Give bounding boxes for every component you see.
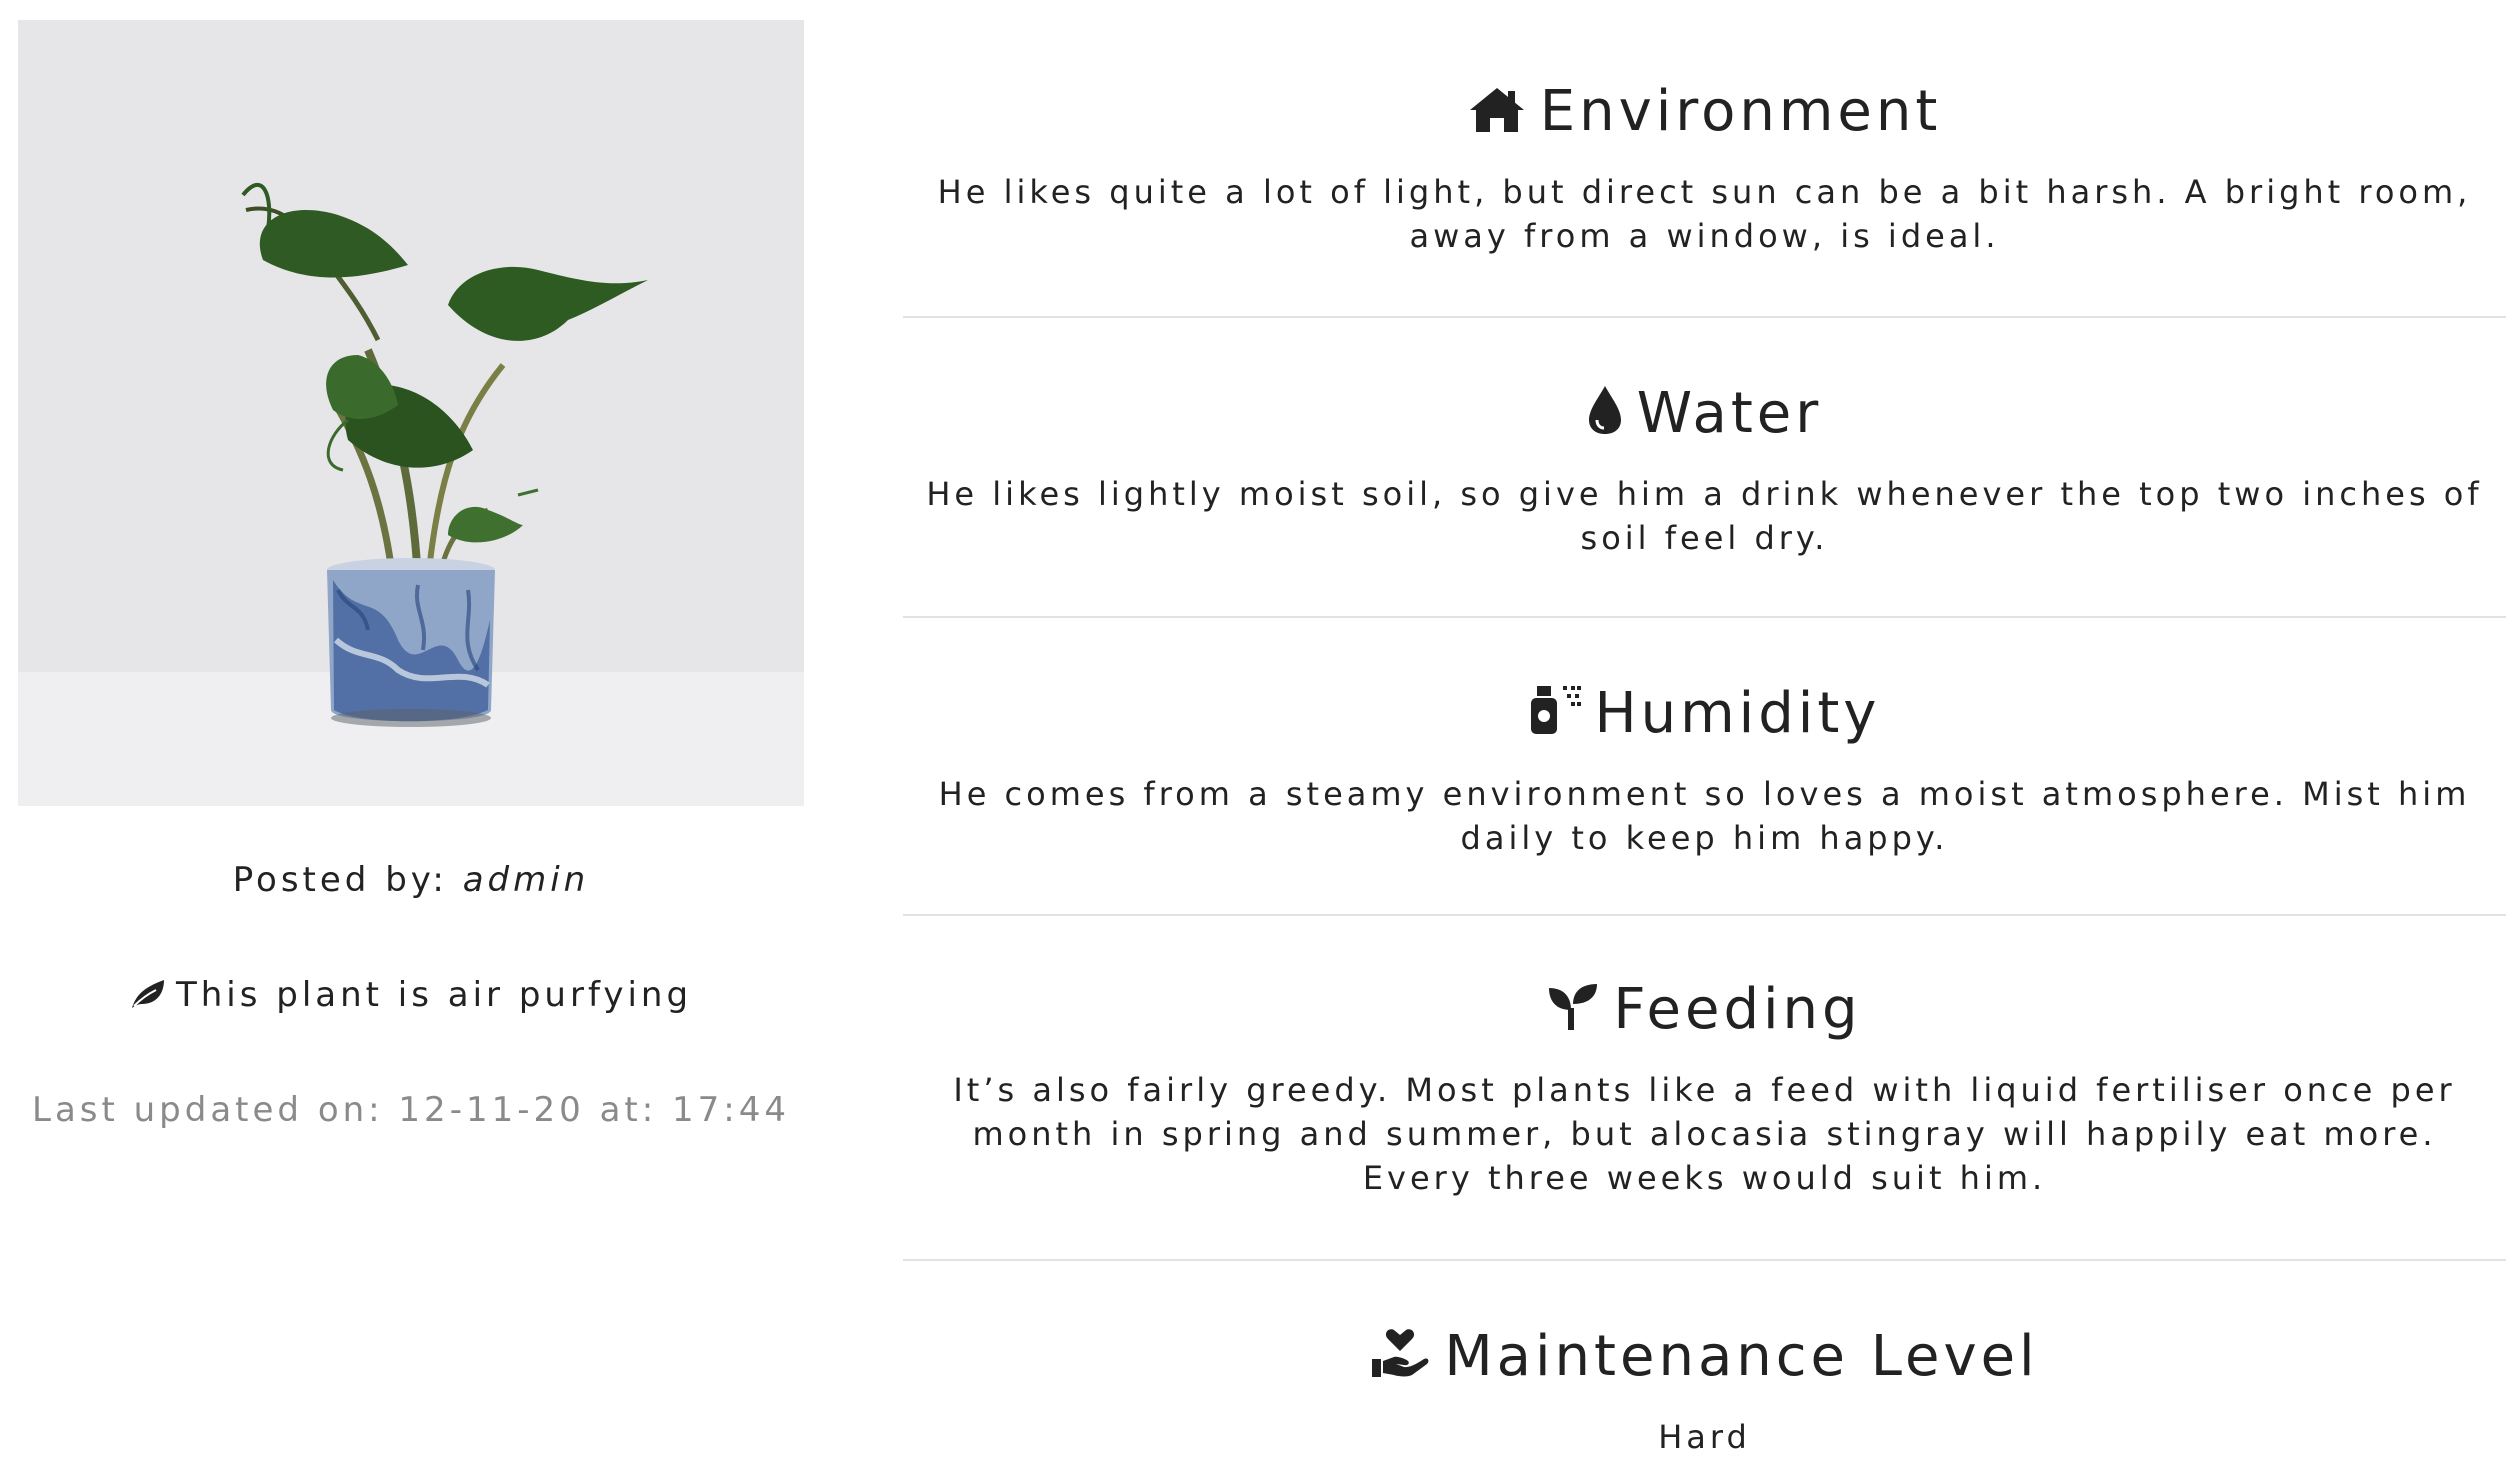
section-title: Feeding	[903, 982, 2506, 1042]
section-title: Humidity	[903, 682, 2506, 746]
hand-holding-heart-icon	[1370, 1325, 1430, 1389]
section-text: He likes quite a lot of light, but direc…	[937, 173, 2472, 255]
posted-by: Posted by: admin	[18, 860, 804, 900]
section-title: Water	[903, 384, 2506, 446]
plant-detail-page: Posted by: admin This plant is air purfy…	[0, 0, 2520, 1456]
posted-by-label: Posted by:	[232, 860, 448, 900]
author-name: admin	[462, 860, 590, 900]
section-text: He likes lightly moist soil, so give him…	[926, 475, 2483, 557]
plant-photo	[18, 20, 804, 806]
section-water: Water He likes lightly moist soil, so gi…	[903, 384, 2506, 560]
home-icon	[1468, 86, 1526, 144]
plant-illustration	[241, 182, 648, 727]
section-text: He comes from a steamy environment so lo…	[938, 775, 2471, 857]
air-purifying-note: This plant is air purfying	[18, 975, 804, 1019]
section-feeding: Feeding It’s also fairly greedy. Most pl…	[903, 982, 2506, 1200]
section-maintenance-level: Maintenance Level Hard	[903, 1325, 2506, 1459]
water-drop-icon	[1587, 384, 1623, 446]
section-title: Environment	[903, 84, 2506, 144]
divider	[903, 1259, 2506, 1261]
seedling-icon	[1547, 982, 1599, 1042]
leaf-icon	[130, 978, 166, 1019]
divider	[903, 914, 2506, 916]
spray-bottle-icon	[1529, 682, 1581, 746]
divider	[903, 316, 2506, 318]
divider	[903, 616, 2506, 618]
last-updated: Last updated on: 12-11-20 at: 17:44	[32, 1090, 790, 1130]
section-title: Maintenance Level	[903, 1325, 2506, 1389]
section-humidity: Humidity He comes from a steamy environm…	[903, 682, 2506, 860]
section-text: Hard	[1658, 1418, 1751, 1456]
section-text: It’s also fairly greedy. Most plants lik…	[953, 1071, 2456, 1197]
air-purifying-text: This plant is air purfying	[175, 975, 693, 1015]
plant-summary-column: Posted by: admin This plant is air purfy…	[18, 20, 804, 1130]
section-environment: Environment He likes quite a lot of ligh…	[903, 84, 2506, 258]
